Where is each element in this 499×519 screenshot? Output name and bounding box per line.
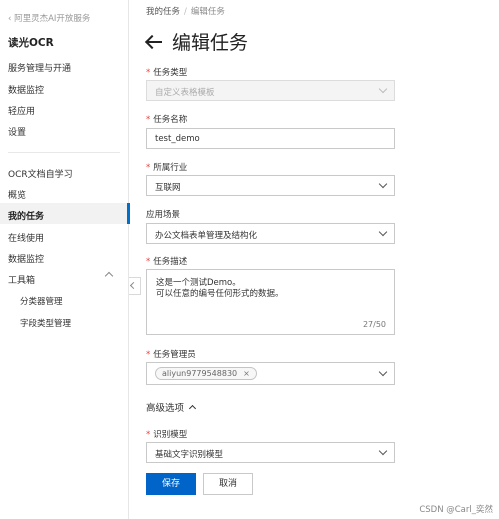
- breadcrumb: 我的任务 / 编辑任务: [146, 5, 225, 17]
- breadcrumb-current: 编辑任务: [190, 7, 225, 17]
- task-name-value: test_demo: [155, 134, 200, 144]
- industry-value: 互联网: [155, 183, 181, 193]
- model-label: * 识别模型: [146, 428, 187, 440]
- chevron-down-icon: [378, 84, 388, 94]
- scenario-value: 办公文档表单管理及结构化: [155, 231, 258, 241]
- sidebar-item-field-type-management[interactable]: 字段类型管理: [20, 317, 71, 329]
- description-label-text: 任务描述: [153, 257, 188, 267]
- chevron-left-icon: [129, 281, 138, 290]
- model-select[interactable]: 基础文字识别模型: [146, 442, 395, 463]
- sidebar-collapse-button[interactable]: [129, 277, 141, 295]
- sidebar-item-light-app[interactable]: 轻应用: [8, 104, 35, 117]
- sidebar-item-classifier-management[interactable]: 分类器管理: [20, 295, 63, 307]
- scenario-label-text: 应用场景: [146, 210, 181, 220]
- sidebar-item-online-use[interactable]: 在线使用: [8, 231, 44, 244]
- manager-tag-label: aliyun9779548830: [162, 369, 238, 378]
- required-mark: *: [146, 115, 151, 125]
- chevron-down-icon: [378, 446, 388, 456]
- task-name-input[interactable]: test_demo: [146, 128, 395, 149]
- character-counter: 27/50: [362, 320, 386, 329]
- scenario-label: 应用场景: [146, 208, 180, 220]
- sidebar-item-data-monitor[interactable]: 数据监控: [8, 252, 44, 265]
- required-mark: *: [146, 430, 151, 440]
- breadcrumb-separator: /: [184, 7, 187, 17]
- back-link-label: 阿里灵杰AI开放服务: [14, 14, 91, 24]
- page-title-text: 编辑任务: [172, 32, 249, 54]
- task-type-value: 自定义表格模板: [155, 88, 215, 98]
- industry-label-text: 所属行业: [153, 163, 188, 173]
- sidebar-item-settings[interactable]: 设置: [8, 125, 26, 138]
- product-title: 读光OCR: [8, 37, 54, 49]
- active-indicator: [127, 203, 130, 224]
- watermark: CSDN @Carl_奕然: [419, 505, 493, 515]
- model-value: 基础文字识别模型: [155, 450, 224, 460]
- manager-label: * 任务管理员: [146, 348, 196, 360]
- required-mark: *: [146, 257, 151, 267]
- advanced-options-toggle[interactable]: 高级选项: [146, 400, 197, 414]
- sidebar-divider: [8, 152, 120, 153]
- advanced-options-label: 高级选项: [146, 403, 185, 414]
- sidebar-item-service-management[interactable]: 服务管理与开通: [8, 61, 71, 74]
- task-type-label-text: 任务类型: [153, 68, 188, 78]
- description-textarea[interactable]: 这是一个测试Demo。 可以任意的编号任何形式的数据。 27/50: [146, 269, 395, 335]
- required-mark: *: [146, 68, 151, 78]
- description-label: * 任务描述: [146, 255, 187, 267]
- sidebar-item-data-monitoring[interactable]: 数据监控: [8, 83, 44, 96]
- cancel-button[interactable]: 取消: [203, 473, 253, 495]
- page-title: 编辑任务: [146, 28, 248, 55]
- industry-select[interactable]: 互联网: [146, 175, 395, 196]
- task-name-label-text: 任务名称: [153, 115, 188, 125]
- task-type-label: * 任务类型: [146, 66, 187, 78]
- required-mark: *: [146, 163, 151, 173]
- model-label-text: 识别模型: [153, 430, 188, 440]
- manager-label-text: 任务管理员: [153, 350, 196, 360]
- scenario-select[interactable]: 办公文档表单管理及结构化: [146, 223, 395, 244]
- manager-select[interactable]: aliyun9779548830 ×: [146, 362, 395, 385]
- description-line-2: 可以任意的编号任何形式的数据。: [156, 289, 284, 299]
- industry-label: * 所属行业: [146, 161, 187, 173]
- sidebar-item-toolbox[interactable]: 工具箱: [8, 273, 35, 286]
- task-name-label: * 任务名称: [146, 113, 187, 125]
- chevron-down-icon: [378, 179, 388, 189]
- sidebar-section-title: OCR文档自学习: [8, 170, 73, 180]
- chevron-up-icon[interactable]: [104, 271, 114, 281]
- description-line-1: 这是一个测试Demo。: [156, 278, 241, 288]
- required-mark: *: [146, 350, 151, 360]
- chevron-down-icon: [378, 367, 388, 377]
- chevron-up-icon: [188, 404, 197, 413]
- task-type-select: 自定义表格模板: [146, 80, 395, 101]
- sidebar-item-overview[interactable]: 概览: [8, 188, 26, 201]
- chevron-down-icon: [378, 227, 388, 237]
- save-button[interactable]: 保存: [146, 473, 196, 495]
- manager-tag: aliyun9779548830 ×: [155, 367, 257, 380]
- back-arrow-icon[interactable]: [146, 35, 164, 49]
- sidebar-item-my-tasks[interactable]: 我的任务: [8, 209, 44, 222]
- back-to-platform-link[interactable]: ‹ 阿里灵杰AI开放服务: [8, 12, 90, 24]
- breadcrumb-parent-link[interactable]: 我的任务: [146, 7, 180, 17]
- sidebar: ‹ 阿里灵杰AI开放服务 读光OCR 服务管理与开通 数据监控 轻应用 设置 O…: [0, 0, 130, 519]
- close-icon[interactable]: ×: [243, 369, 250, 378]
